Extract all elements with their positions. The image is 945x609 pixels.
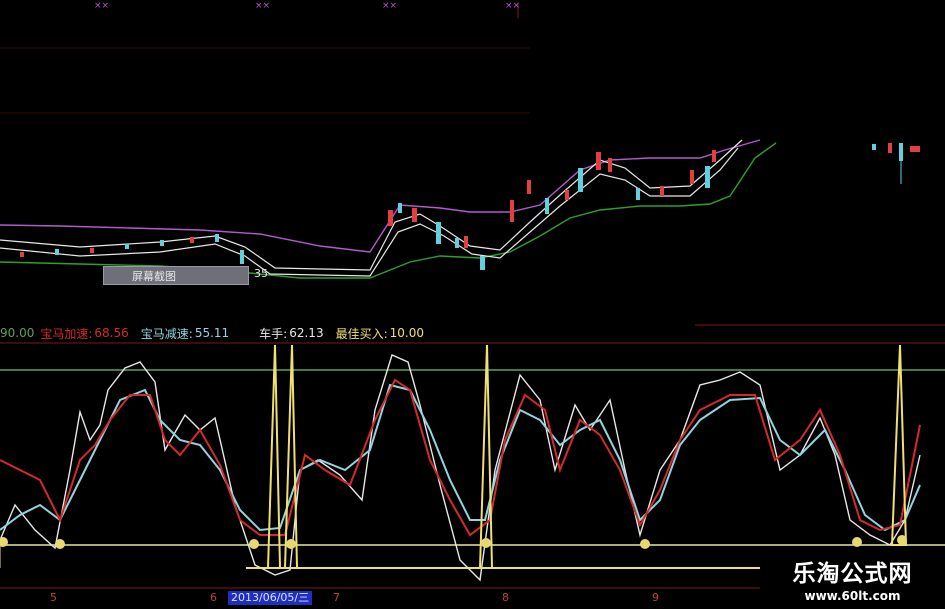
ma-purple-line bbox=[0, 139, 761, 253]
legend-value-prefix: 90.00 bbox=[0, 326, 35, 340]
time-axis-label: 6 bbox=[210, 591, 217, 604]
legend-buy-label: 最佳买入: bbox=[335, 326, 388, 341]
watermark: 乐淘公式网 www.60lt.com bbox=[760, 552, 945, 609]
legend-accel-label: 宝马加速: bbox=[40, 326, 93, 341]
top-mark: ×× bbox=[505, 1, 521, 11]
time-axis-label: 5 bbox=[50, 591, 57, 604]
time-axis-label: 9 bbox=[652, 591, 659, 604]
time-axis-label: 7 bbox=[333, 591, 340, 604]
decel-line bbox=[0, 383, 921, 532]
top-mark: ×× bbox=[382, 1, 398, 11]
candlesticks bbox=[20, 143, 920, 270]
time-axis: 5 6 7 8 9 bbox=[0, 589, 760, 607]
time-axis-label: 8 bbox=[502, 591, 509, 604]
indicator-legend: 90.00 宝马加速: 68.56 宝马减速: 55.11 车手: 62.13 … bbox=[0, 324, 424, 342]
legend-driver-value: 62.13 bbox=[289, 326, 324, 340]
screenshot-tooltip[interactable]: 屏幕截图 bbox=[103, 266, 249, 285]
top-mark: ×× bbox=[255, 1, 271, 11]
accel-line bbox=[0, 378, 921, 537]
price-panel bbox=[0, 2, 945, 344]
legend-decel-value: 55.11 bbox=[194, 326, 230, 340]
buy-signal-spikes bbox=[266, 344, 908, 569]
legend-driver-label: 车手: bbox=[259, 326, 288, 341]
top-mark: ×× bbox=[94, 1, 110, 11]
driver-line bbox=[0, 354, 921, 582]
cursor-date-label: 2013/06/05/三 bbox=[228, 591, 313, 605]
legend-accel-value: 68.56 bbox=[94, 326, 129, 340]
legend-decel-label: 宝马减速: bbox=[140, 326, 193, 341]
watermark-title: 乐淘公式网 bbox=[792, 561, 913, 587]
watermark-url: www.60lt.com bbox=[804, 589, 901, 603]
band-lower-line bbox=[0, 147, 739, 277]
legend-buy-value: 10.00 bbox=[389, 326, 424, 340]
price-label: 35 bbox=[254, 267, 268, 280]
chart-canvas bbox=[0, 2, 945, 589]
